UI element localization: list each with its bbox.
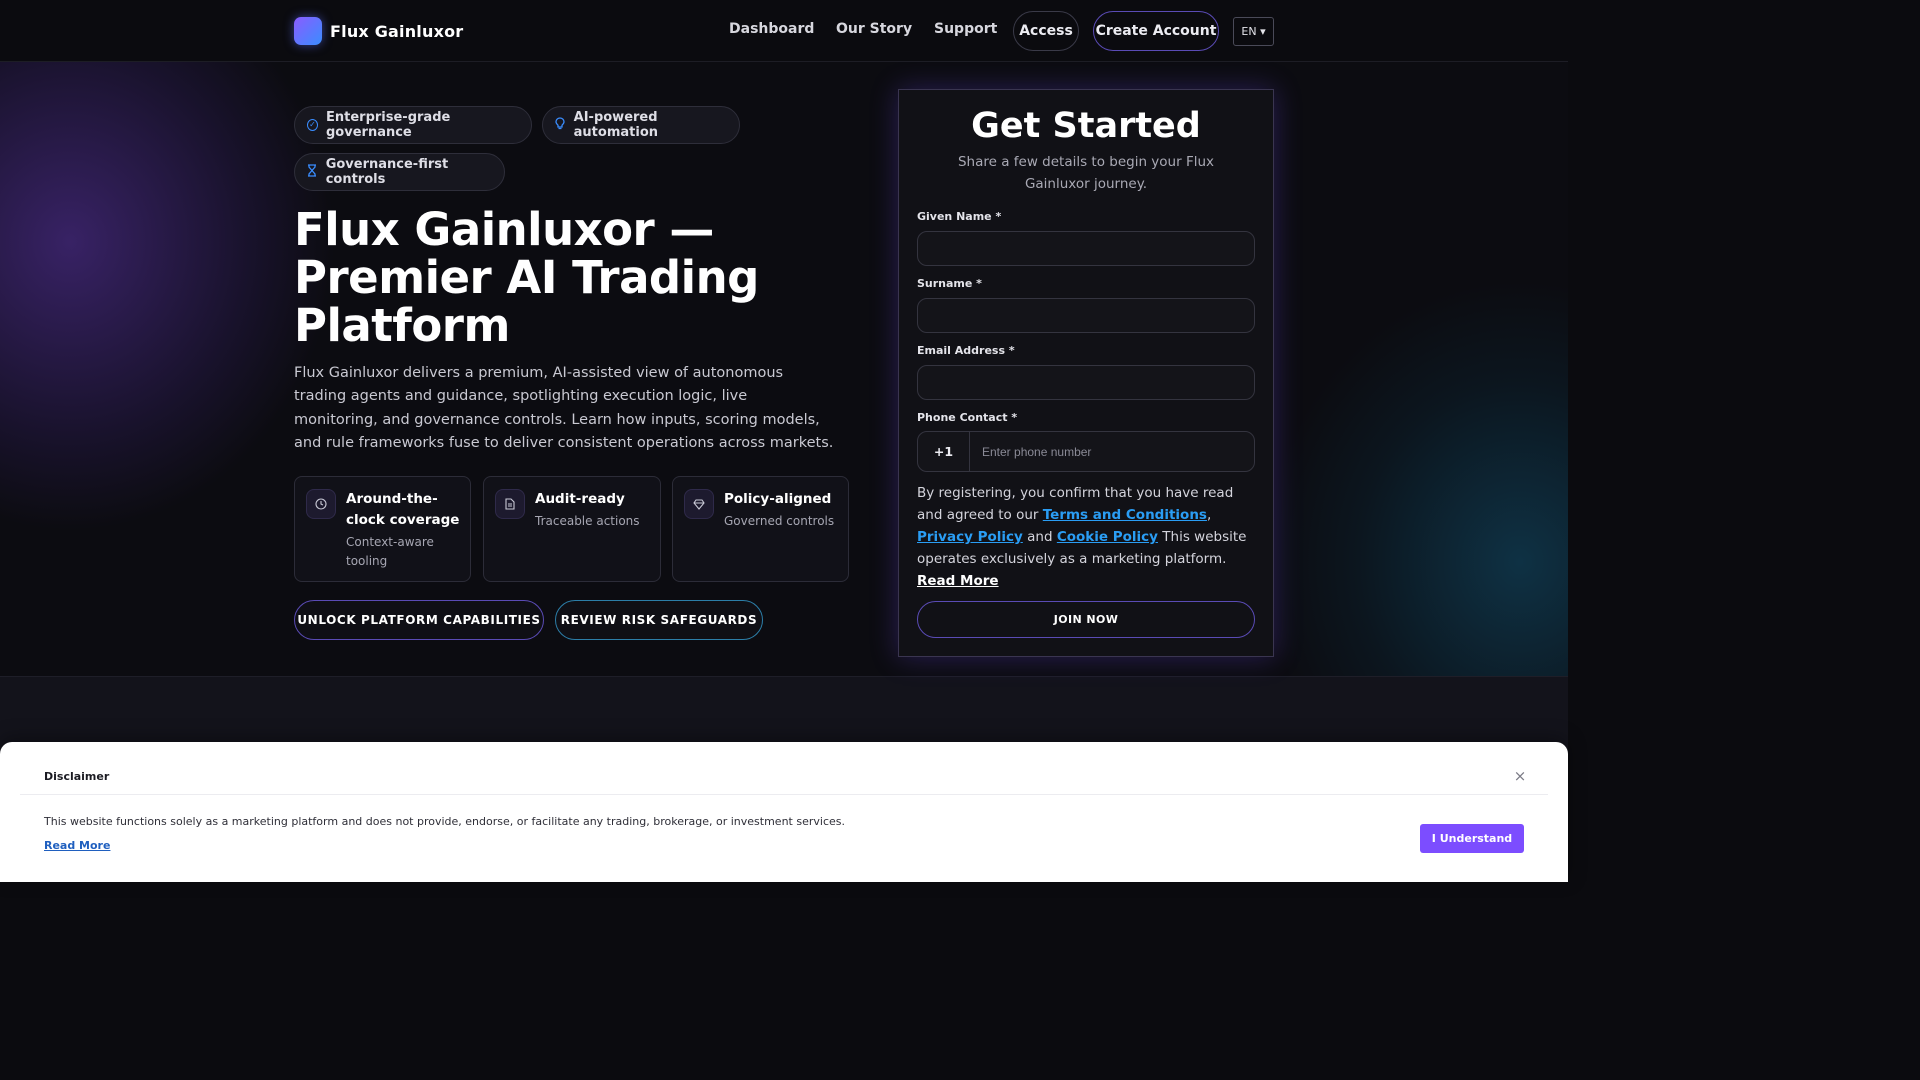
feature-subtitle: Traceable actions [535, 514, 640, 528]
email-input[interactable] [917, 365, 1255, 400]
hourglass-icon [307, 164, 318, 180]
chip-enterprise-governance: ✓ Enterprise-grade governance [294, 106, 532, 144]
document-icon [495, 489, 525, 519]
feature-card-policy: Policy-aligned Governed controls [672, 476, 849, 582]
feature-subtitle: Governed controls [724, 514, 835, 528]
join-now-button[interactable]: JOIN NOW [917, 601, 1255, 638]
feature-title: Policy-aligned [724, 491, 832, 507]
check-circle-icon: ✓ [307, 119, 318, 131]
hero-description: Flux Gainluxor delivers a premium, AI-as… [294, 365, 834, 451]
unlock-capabilities-button[interactable]: UNLOCK PLATFORM CAPABILITIES [294, 600, 544, 640]
phone-field: +1 [917, 431, 1255, 472]
chip-label: AI-powered automation [573, 110, 659, 140]
form-title: Get Started [971, 106, 1201, 146]
logo-icon [294, 17, 322, 45]
feature-card-audit: Audit-ready Traceable actions [483, 476, 661, 582]
nav-link-support[interactable]: Support [934, 21, 997, 37]
terms-link[interactable]: Terms and Conditions [1043, 507, 1207, 523]
country-code-select[interactable]: +1 [918, 432, 970, 471]
hero-title: Flux Gainluxor — Premier AI Trading Plat… [294, 203, 759, 352]
read-more-link[interactable]: Read More [917, 573, 999, 589]
create-account-button[interactable]: Create Account [1093, 11, 1219, 51]
i-understand-button[interactable]: I Understand [1420, 824, 1524, 853]
disclaimer-title: Disclaimer [44, 770, 110, 783]
surname-label: Surname * [917, 277, 982, 290]
brand-logo[interactable]: Flux Gainluxor [294, 17, 463, 45]
chip-governance-controls: Governance-first controls [294, 153, 505, 191]
given-name-label: Given Name * [917, 210, 1002, 223]
chip-ai-automation: AI-powered automation [542, 106, 740, 144]
nav-link-our-story[interactable]: Our Story [836, 21, 912, 37]
top-navbar: Flux Gainluxor Dashboard Our Story Suppo… [0, 0, 1568, 62]
chip-label: Enterprise-grade governance [326, 110, 451, 140]
diamond-icon [684, 489, 714, 519]
clock-icon [306, 489, 336, 519]
close-icon[interactable]: × [1512, 767, 1528, 785]
form-subtitle: Share a few details to begin your Flux G… [957, 154, 1215, 192]
feature-subtitle: Context-aware tooling [346, 535, 434, 568]
disclaimer-banner: Disclaimer × This website functions sole… [0, 742, 1568, 882]
email-label: Email Address * [917, 344, 1015, 357]
disclaimer-read-more-link[interactable]: Read More [44, 839, 110, 852]
brand-name: Flux Gainluxor [330, 21, 464, 41]
signup-form-card: Get Started Share a few details to begin… [898, 89, 1274, 657]
given-name-input[interactable] [917, 231, 1255, 266]
lightbulb-icon [555, 117, 566, 133]
phone-label: Phone Contact * [917, 411, 1018, 424]
consent-text: By registering, you confirm that you hav… [917, 485, 1247, 589]
consent-and: and [1027, 529, 1053, 545]
feature-title: Around-the-clock coverage [346, 491, 460, 528]
cookie-link[interactable]: Cookie Policy [1057, 529, 1158, 545]
disclaimer-text: This website functions solely as a marke… [44, 815, 845, 828]
surname-input[interactable] [917, 298, 1255, 333]
disclaimer-divider [20, 794, 1548, 795]
nav-link-dashboard[interactable]: Dashboard [729, 21, 814, 37]
privacy-link[interactable]: Privacy Policy [917, 529, 1023, 545]
review-safeguards-button[interactable]: REVIEW RISK SAFEGUARDS [555, 600, 763, 640]
feature-title: Audit-ready [535, 491, 625, 507]
language-select[interactable]: EN ▾ [1233, 17, 1274, 46]
chip-label: Governance-first controls [325, 157, 449, 187]
access-button[interactable]: Access [1013, 11, 1079, 51]
phone-input[interactable] [970, 432, 1254, 471]
feature-card-coverage: Around-the-clock coverage Context-aware … [294, 476, 471, 582]
